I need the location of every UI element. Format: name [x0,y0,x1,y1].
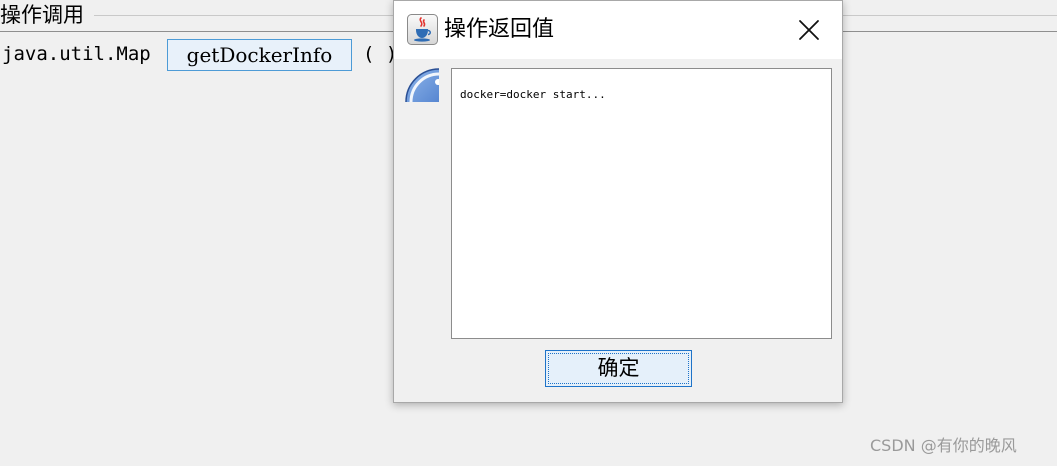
dialog-titlebar[interactable]: 操作返回值 [394,1,842,59]
result-text-area[interactable]: docker=docker start... [451,68,832,339]
dialog-title: 操作返回值 [444,17,555,42]
information-icon [405,68,439,102]
section-title: 操作调用 [0,2,86,28]
invoke-method-button[interactable]: getDockerInfo [167,39,352,71]
operation-result-dialog: 操作返回值 docker=docker start... 确定 [393,0,843,403]
close-button[interactable] [787,9,831,51]
java-coffee-cup-icon [407,14,438,45]
ok-button[interactable]: 确定 [545,350,692,387]
return-type-label: java.util.Map [2,43,151,65]
close-icon [799,20,819,40]
watermark: CSDN @有你的晚风 [870,436,1017,455]
